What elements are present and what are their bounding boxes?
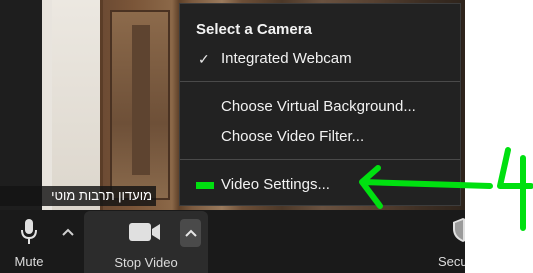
mute-label: Mute: [14, 254, 44, 269]
check-icon: ✓: [198, 51, 210, 67]
menu-item-label: Video Settings...: [221, 176, 330, 193]
mute-button[interactable]: Mute: [0, 210, 58, 273]
menu-item-video-filter[interactable]: Choose Video Filter...: [180, 125, 460, 149]
participant-name-tag: מועדון תרבות מוטי: [0, 186, 156, 206]
camera-menu: Select a Camera ✓ Integrated Webcam Choo…: [179, 3, 461, 206]
menu-divider: [180, 81, 460, 82]
menu-item-video-settings[interactable]: Video Settings...: [180, 173, 460, 197]
meeting-toolbar: Mute Stop Video Secu: [0, 210, 473, 273]
menu-item-virtual-background[interactable]: Choose Virtual Background...: [180, 95, 460, 119]
menu-divider: [180, 159, 460, 160]
video-camera-icon: [129, 223, 160, 241]
menu-item-label: Integrated Webcam: [221, 50, 352, 67]
menu-item-label: Choose Virtual Background...: [221, 98, 416, 115]
menu-item-integrated-webcam[interactable]: ✓ Integrated Webcam: [180, 47, 460, 71]
left-dark-strip: [0, 0, 42, 210]
audio-options-chevron-up-icon[interactable]: [60, 224, 76, 240]
zoom-meeting-window: מועדון תרבות מוטי Mute Stop Video Secu S…: [0, 0, 533, 273]
stop-video-label: Stop Video: [114, 255, 178, 270]
white-margin: [465, 0, 533, 273]
video-options-chevron-up-icon[interactable]: [180, 219, 201, 247]
video-button-group: Stop Video: [84, 211, 208, 273]
microphone-icon: [21, 219, 37, 244]
video-background-frame: [52, 0, 103, 210]
video-background-panel-inner: [132, 25, 150, 175]
menu-item-label: Choose Video Filter...: [221, 128, 365, 145]
menu-title: Select a Camera: [196, 21, 312, 38]
